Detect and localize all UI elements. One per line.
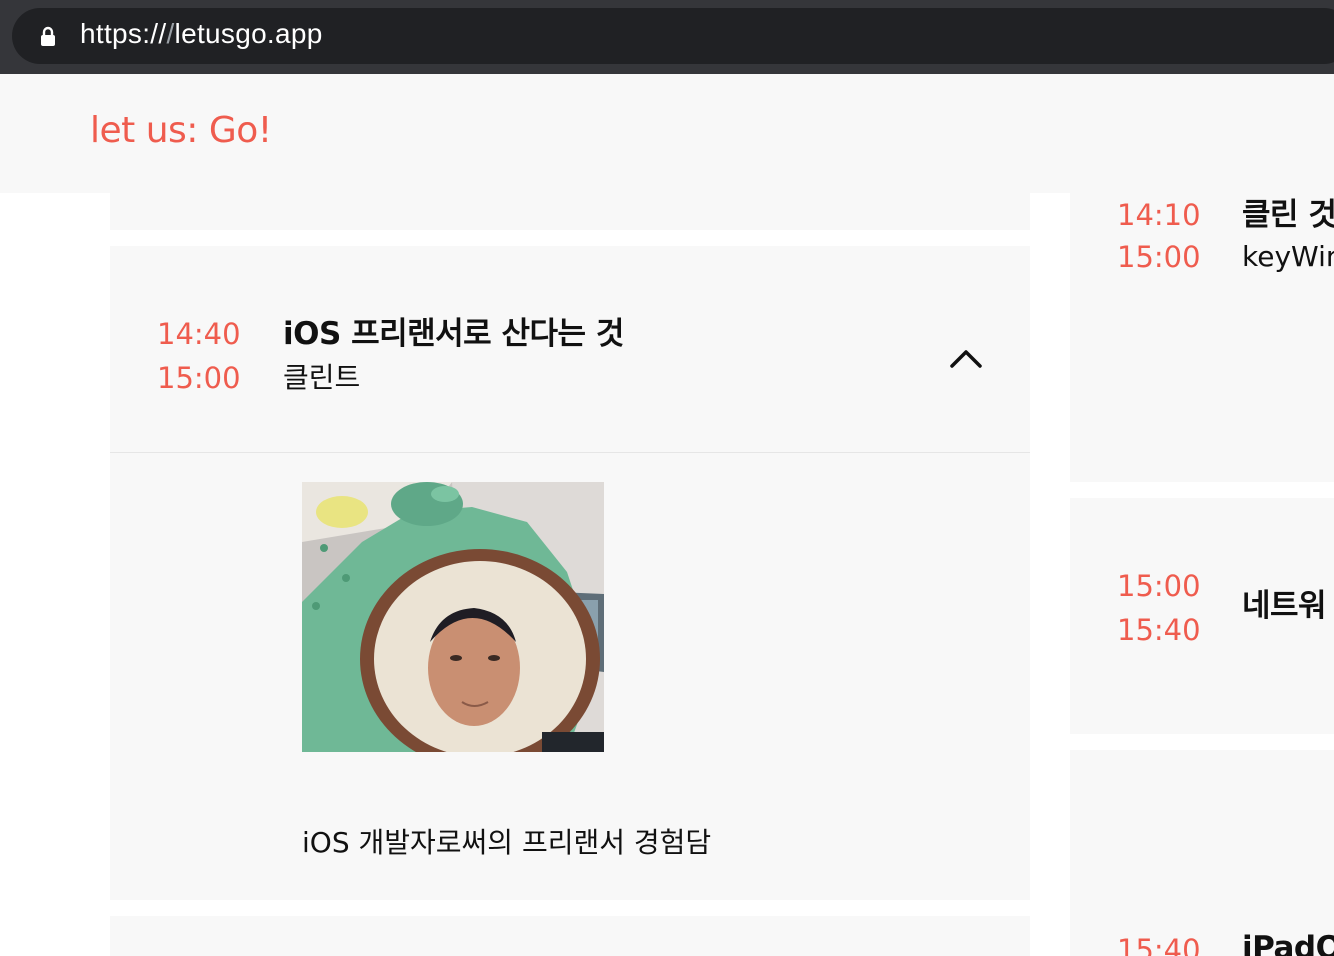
url-scheme: https:// — [80, 18, 167, 49]
url-host: letusgo.app — [174, 18, 323, 49]
session-card-next[interactable] — [110, 916, 1030, 956]
right-session-3-start-time: 15:40 — [1117, 933, 1201, 956]
url-text[interactable]: https:///letusgo.app — [80, 18, 323, 50]
lock-icon — [41, 26, 55, 46]
right-session-2-title: 네트워 — [1242, 588, 1327, 624]
right-session-1-start-time: 14:10 — [1117, 198, 1201, 232]
session-start-time: 14:40 — [157, 317, 241, 351]
url-separator: / — [166, 18, 175, 49]
chevron-up-icon[interactable] — [948, 346, 984, 370]
session-card-expanded: 14:40 15:00 iOS 프리랜서로 산다는 것 클린트 iOS 개발자로… — [110, 246, 1030, 900]
right-session-1-title: 클린 것 — [1242, 197, 1334, 233]
session-divider — [110, 452, 1030, 453]
right-session-card-2[interactable]: 15:00 15:40 네트워 — [1070, 498, 1334, 734]
page-viewport: 14:40 15:00 iOS 프리랜서로 산다는 것 클린트 iOS 개발자로… — [0, 74, 1334, 956]
site-logo[interactable]: let us: Go! — [90, 110, 272, 151]
right-session-1-end-time: 15:00 — [1117, 240, 1201, 274]
right-session-3-title: iPadO — [1242, 930, 1334, 956]
speaker-photo — [302, 482, 604, 752]
right-session-card-1[interactable]: 14:10 클린 것 15:00 keyWin — [1070, 154, 1334, 482]
session-description: iOS 개발자로써의 프리랜서 경험담 — [302, 826, 712, 859]
session-speaker: 클린트 — [283, 361, 361, 394]
right-session-2-start-time: 15:00 — [1117, 569, 1201, 603]
right-session-2-end-time: 15:40 — [1117, 613, 1201, 647]
browser-toolbar: https:///letusgo.app — [0, 0, 1334, 74]
right-session-1-speaker: keyWin — [1242, 240, 1334, 273]
session-end-time: 15:00 — [157, 361, 241, 395]
right-session-card-3[interactable]: 15:40 iPadO — [1070, 750, 1334, 956]
session-title: iOS 프리랜서로 산다는 것 — [283, 316, 624, 352]
site-header: let us: Go! — [0, 74, 1334, 193]
